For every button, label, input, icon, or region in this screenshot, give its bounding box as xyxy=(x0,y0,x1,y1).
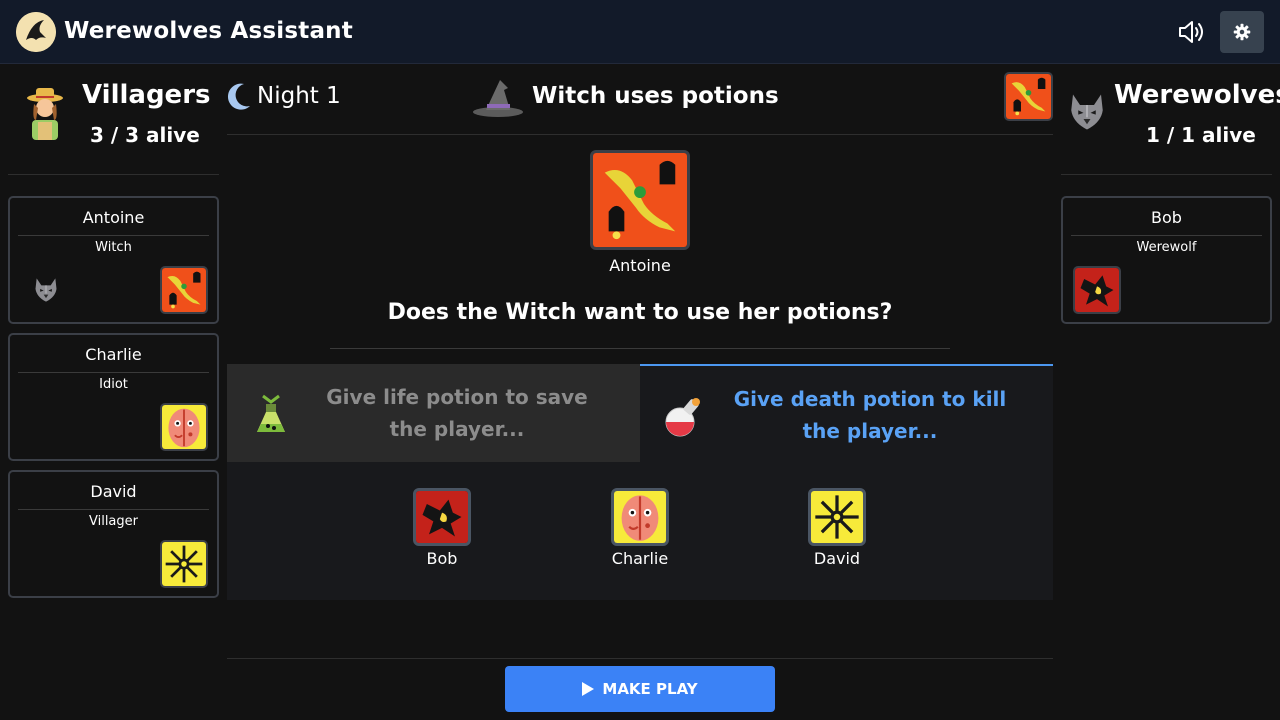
divider xyxy=(18,235,209,236)
werewolf-role-icon xyxy=(1073,266,1121,314)
potion-panel: Give life potion to save the player... G… xyxy=(227,364,1053,600)
bottom-divider xyxy=(227,658,1053,659)
witch-card-icon xyxy=(593,153,687,247)
tab-life-potion[interactable]: Give life potion to save the player... xyxy=(227,364,640,462)
app-logo xyxy=(16,12,56,52)
player-role: Idiot xyxy=(99,377,128,392)
target-bob[interactable]: Bob xyxy=(382,488,502,568)
witch-hat-icon xyxy=(473,80,523,117)
step-title: Witch uses potions xyxy=(532,83,779,109)
moon-icon xyxy=(227,83,250,110)
player-name: Charlie xyxy=(85,345,142,364)
left-divider xyxy=(8,174,219,175)
player-card-antoine[interactable]: Antoine Witch xyxy=(8,196,219,324)
top-bar: Werewolves Assistant xyxy=(0,0,1280,64)
villager-role-icon xyxy=(160,540,208,588)
night-label: Night 1 xyxy=(257,83,341,109)
player-name: David xyxy=(90,482,137,501)
right-divider xyxy=(1061,174,1272,175)
wolf-icon xyxy=(1066,86,1108,138)
target-name: David xyxy=(813,549,861,568)
logo-icon xyxy=(16,12,56,52)
player-role: Villager xyxy=(88,514,138,529)
player-name: Antoine xyxy=(82,208,145,227)
gear-icon xyxy=(1233,23,1251,41)
villagers-alive-count: 3 / 3 alive xyxy=(90,123,200,147)
player-name: Bob xyxy=(1151,208,1182,227)
target-charlie[interactable]: Charlie xyxy=(580,488,700,568)
villagers-title: Villagers xyxy=(82,80,211,110)
divider xyxy=(18,372,209,373)
life-potion-icon xyxy=(257,394,285,432)
current-player-avatar xyxy=(590,150,690,250)
werewolf-role-icon xyxy=(413,488,471,546)
player-card-david[interactable]: David Villager xyxy=(8,470,219,598)
tab-death-potion[interactable]: Give death potion to kill the player... xyxy=(640,364,1053,462)
witch-question: Does the Witch want to use her potions? xyxy=(387,300,893,325)
question-divider xyxy=(330,348,950,349)
target-name: Bob xyxy=(426,549,458,568)
target-name: Charlie xyxy=(611,549,669,568)
app-title: Werewolves Assistant xyxy=(64,18,353,44)
current-player-name: Antoine xyxy=(609,256,671,275)
werewolves-alive-count: 1 / 1 alive xyxy=(1146,123,1256,147)
player-role: Witch xyxy=(95,240,132,255)
villager-role-icon xyxy=(808,488,866,546)
witch-badge-icon xyxy=(1006,74,1051,119)
farmer-icon xyxy=(27,88,63,140)
idiot-role-icon xyxy=(611,488,669,546)
make-play-button[interactable]: MAKE PLAY xyxy=(505,666,775,712)
witch-role-icon xyxy=(160,266,208,314)
make-play-label: MAKE PLAY xyxy=(602,680,698,698)
target-david[interactable]: David xyxy=(777,488,897,568)
death-potion-label: Give death potion to kill the player... xyxy=(733,387,1007,443)
divider xyxy=(1071,235,1262,236)
life-potion-label: Give life potion to save the player... xyxy=(326,385,588,441)
death-potion-icon xyxy=(665,398,700,437)
player-role: Werewolf xyxy=(1136,240,1197,255)
idiot-role-icon xyxy=(160,403,208,451)
speaker-icon xyxy=(1179,21,1203,43)
sound-button[interactable] xyxy=(1176,18,1206,46)
center-top-divider xyxy=(227,134,1053,135)
divider xyxy=(18,509,209,510)
werewolves-title: Werewolves xyxy=(1114,80,1280,110)
player-card-charlie[interactable]: Charlie Idiot xyxy=(8,333,219,461)
player-card-bob[interactable]: Bob Werewolf xyxy=(1061,196,1272,324)
current-role-badge xyxy=(1004,72,1053,121)
play-icon xyxy=(582,682,595,696)
werewolf-target-icon xyxy=(32,274,60,306)
settings-button[interactable] xyxy=(1220,11,1264,53)
